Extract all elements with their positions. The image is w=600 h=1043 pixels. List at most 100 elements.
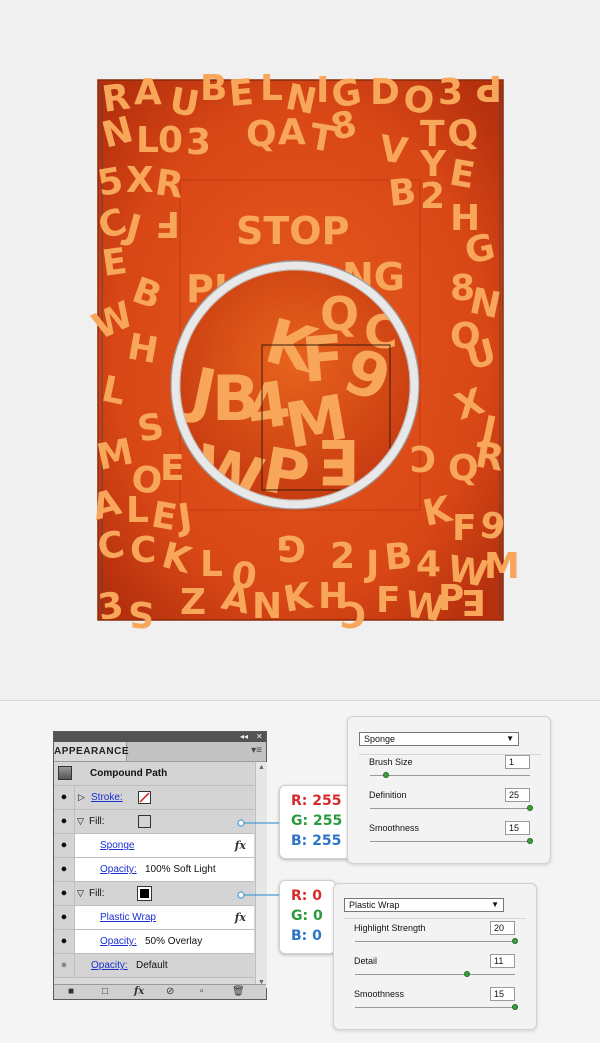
row-plastic-wrap[interactable]: ● Plastic Wrap fx	[54, 906, 254, 930]
opacity-link[interactable]: Opacity:	[100, 858, 137, 881]
brush-size-input[interactable]: 1	[505, 755, 530, 769]
visibility-eye-icon[interactable]: ●	[54, 882, 75, 905]
plastic-wrap-dialog: Plastic Wrap ▼ Highlight Strength 20 Det…	[333, 883, 537, 1030]
row-object[interactable]: Compound Path	[54, 762, 254, 786]
visibility-eye-icon[interactable]: ●	[54, 906, 75, 929]
panel-menu-icon[interactable]: ▾≡	[251, 745, 262, 756]
row-fill2-opacity[interactable]: ● Opacity: 50% Overlay	[54, 930, 254, 954]
svg-text:L: L	[260, 68, 283, 109]
collapse-triangle-icon[interactable]: ▽	[77, 882, 84, 905]
panel-bottom-toolbar: ■ □ fx ⊘ ▫ 🗑	[54, 984, 266, 999]
object-thumbnail-icon	[58, 766, 72, 780]
svg-text:P: P	[438, 578, 464, 619]
sponge-effect-link[interactable]: Sponge	[100, 834, 134, 857]
svg-text:B: B	[387, 171, 419, 215]
opacity-link[interactable]: Opacity:	[100, 930, 137, 953]
chevron-down-icon: ▼	[491, 900, 499, 909]
svg-text:L: L	[200, 544, 223, 585]
stroke-link[interactable]: Stroke:	[91, 786, 123, 809]
svg-text:C: C	[130, 530, 156, 571]
svg-text:A: A	[278, 112, 306, 153]
smoothness-slider[interactable]	[355, 1007, 515, 1008]
add-fill-icon[interactable]: □	[102, 985, 108, 999]
artwork-canvas: R A U B E L N I G D O 3 P N L 0 3 Q A T …	[0, 0, 600, 700]
svg-text:P: P	[476, 67, 502, 108]
plastic-wrap-effect-link[interactable]: Plastic Wrap	[100, 906, 156, 929]
visibility-eye-icon[interactable]: ●	[54, 954, 75, 977]
visibility-eye-icon[interactable]: ●	[54, 810, 75, 833]
opacity-value: Default	[136, 960, 168, 971]
svg-text:3: 3	[438, 72, 463, 113]
red-value: R: 0	[291, 888, 322, 904]
detail-input[interactable]: 11	[490, 954, 515, 968]
opacity-value: 50% Overlay	[145, 936, 203, 947]
smoothness-label: Smoothness	[369, 823, 420, 833]
svg-text:2: 2	[420, 176, 445, 217]
fill-white-swatch[interactable]	[138, 815, 151, 828]
detail-slider[interactable]	[355, 974, 515, 975]
add-effect-icon[interactable]: fx	[134, 985, 144, 999]
red-value: R: 255	[291, 793, 342, 809]
highlight-strength-thumb[interactable]	[512, 938, 518, 944]
svg-text:J: J	[363, 544, 379, 585]
definition-thumb[interactable]	[527, 805, 533, 811]
appearance-rows: Compound Path ● ▷ Stroke: ● ▽ Fill: ● Sp…	[54, 762, 254, 978]
tab-appearance[interactable]: APPEARANCE	[54, 742, 129, 761]
svg-text:F: F	[155, 203, 180, 244]
add-stroke-icon[interactable]: ■	[68, 985, 74, 999]
smoothness-input[interactable]: 15	[505, 821, 530, 835]
svg-text:E: E	[461, 581, 486, 622]
fx-icon: fx	[234, 911, 246, 924]
panel-scrollbar[interactable]: ▲ ▼	[255, 762, 267, 988]
fill-black-swatch[interactable]	[137, 886, 152, 901]
row-sponge[interactable]: ● Sponge fx	[54, 834, 254, 858]
smoothness-slider[interactable]	[370, 841, 530, 842]
highlight-strength-label: Highlight Strength	[354, 923, 426, 933]
fx-icon: fx	[234, 839, 246, 852]
row-fill1-opacity[interactable]: ● Opacity: 100% Soft Light	[54, 858, 254, 882]
svg-text:C: C	[410, 437, 436, 478]
smoothness-thumb[interactable]	[512, 1004, 518, 1010]
svg-text:B: B	[383, 535, 415, 579]
expand-triangle-icon[interactable]: ▷	[78, 786, 85, 809]
green-value: G: 255	[291, 813, 343, 829]
visibility-eye-icon[interactable]: ●	[54, 786, 75, 809]
visibility-eye-icon[interactable]: ●	[54, 930, 75, 953]
callout-black-rgb: R: 0 G: 0 B: 0	[279, 880, 336, 954]
collapse-triangle-icon[interactable]: ▽	[77, 810, 84, 833]
svg-text:L: L	[136, 120, 159, 161]
row-fill-black[interactable]: ● ▽ Fill:	[54, 882, 254, 906]
definition-slider[interactable]	[370, 808, 530, 809]
smoothness-thumb[interactable]	[527, 838, 533, 844]
duplicate-item-icon[interactable]: ▫	[200, 985, 204, 999]
highlight-strength-slider[interactable]	[355, 941, 515, 942]
svg-text:L: L	[126, 490, 149, 531]
fill-label: Fill:	[89, 888, 105, 899]
row-fill-white[interactable]: ● ▽ Fill:	[54, 810, 254, 834]
smoothness-label: Smoothness	[354, 989, 405, 999]
brush-size-slider[interactable]	[370, 775, 530, 776]
definition-input[interactable]: 25	[505, 788, 530, 802]
visibility-eye-icon[interactable]: ●	[54, 858, 75, 881]
panel-titlebar[interactable]: ◂◂ ✕	[54, 732, 266, 742]
opacity-link[interactable]: Opacity:	[91, 954, 128, 977]
smoothness-input[interactable]: 15	[490, 987, 515, 1001]
appearance-panel: ◂◂ ✕ APPEARANCE ▾≡ Compound Path ● ▷ Str…	[53, 731, 267, 1000]
row-object-opacity[interactable]: ● Opacity: Default	[54, 954, 254, 978]
divider	[344, 918, 526, 919]
detail-thumb[interactable]	[464, 971, 470, 977]
delete-item-icon[interactable]: 🗑	[232, 985, 245, 999]
row-stroke[interactable]: ● ▷ Stroke:	[54, 786, 254, 810]
svg-text:V: V	[377, 128, 410, 172]
svg-text:E: E	[227, 72, 255, 115]
visibility-eye-icon[interactable]: ●	[54, 834, 75, 857]
stroke-none-swatch[interactable]	[138, 791, 151, 804]
close-icon[interactable]: ✕	[256, 732, 263, 742]
highlight-strength-input[interactable]: 20	[490, 921, 515, 935]
scroll-up-icon[interactable]: ▲	[256, 764, 267, 771]
clear-appearance-icon[interactable]: ⊘	[166, 985, 174, 999]
brush-size-thumb[interactable]	[383, 772, 389, 778]
filter-select[interactable]: Sponge ▼	[359, 732, 519, 746]
collapse-icon[interactable]: ◂◂	[240, 732, 248, 742]
filter-select[interactable]: Plastic Wrap ▼	[344, 898, 504, 912]
